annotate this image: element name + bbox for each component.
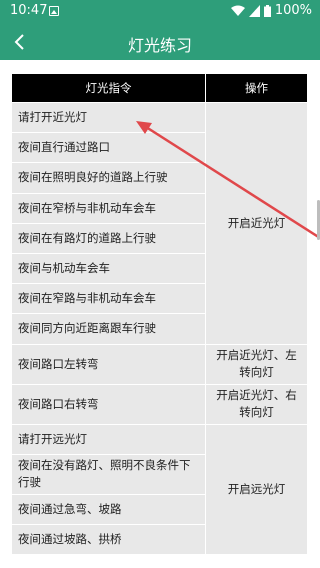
operation-cell: 开启近光灯、左转向灯 xyxy=(205,343,308,385)
battery-icon xyxy=(263,4,271,17)
command-cell: 夜间在窄桥与非机动车会车 xyxy=(11,192,206,224)
table-row[interactable]: 请打开远光灯 开启远光灯 xyxy=(11,423,308,556)
command-cell: 夜间直行通过路口 xyxy=(11,132,206,164)
page-title: 灯光练习 xyxy=(127,36,192,55)
table-header-row: 灯光指令 操作 xyxy=(11,73,308,103)
operation-cell: 开启近光灯、右转向灯 xyxy=(205,383,308,425)
signal-icon xyxy=(248,4,260,17)
command-cell: 夜间在窄路与非机动车会车 xyxy=(11,283,206,315)
table-row[interactable]: 夜间路口左转弯 开启近光灯、左转向灯 xyxy=(11,343,308,385)
status-time: 10:47 xyxy=(10,3,48,18)
column-header-operation: 操作 xyxy=(205,73,308,103)
command-cell: 夜间在照明良好的道路上行驶 xyxy=(11,162,206,194)
command-cell: 请打开近光灯 xyxy=(11,101,206,134)
command-cell: 夜间路口右转弯 xyxy=(11,383,206,425)
table-row[interactable]: 请打开近光灯 开启近光灯 xyxy=(11,101,308,345)
battery-level: 100% xyxy=(274,3,312,18)
command-cell: 夜间在没有路灯、照明不良条件下行驶 xyxy=(11,453,206,495)
command-cell: 夜间在有路灯的道路上行驶 xyxy=(11,222,206,254)
operation-cell: 开启远光灯 xyxy=(205,423,308,556)
gallery-notification-icon xyxy=(49,6,59,16)
operation-cell: 开启近光灯 xyxy=(205,102,308,345)
column-header-command: 灯光指令 xyxy=(11,73,206,103)
command-cell: 夜间路口左转弯 xyxy=(11,343,206,385)
command-cell: 夜间通过坡路、拱桥 xyxy=(11,523,206,556)
command-cell: 请打开远光灯 xyxy=(11,423,206,455)
light-practice-table: 灯光指令 操作 请打开近光灯 开启近光灯 夜间直行通过路口 夜间在照明良好的道路… xyxy=(11,73,308,556)
command-cell: 夜间通过急弯、坡路 xyxy=(11,493,206,525)
table-row[interactable]: 夜间路口右转弯 开启近光灯、右转向灯 xyxy=(11,383,308,425)
command-cell: 夜间与机动车会车 xyxy=(11,252,206,285)
app-bar: 灯光练习 xyxy=(0,24,320,60)
status-icons: 100% xyxy=(230,3,312,18)
status-bar: 10:47 100% xyxy=(0,0,320,24)
wifi-icon xyxy=(230,5,245,16)
command-cell: 夜间同方向近距离跟车行驶 xyxy=(11,313,206,345)
